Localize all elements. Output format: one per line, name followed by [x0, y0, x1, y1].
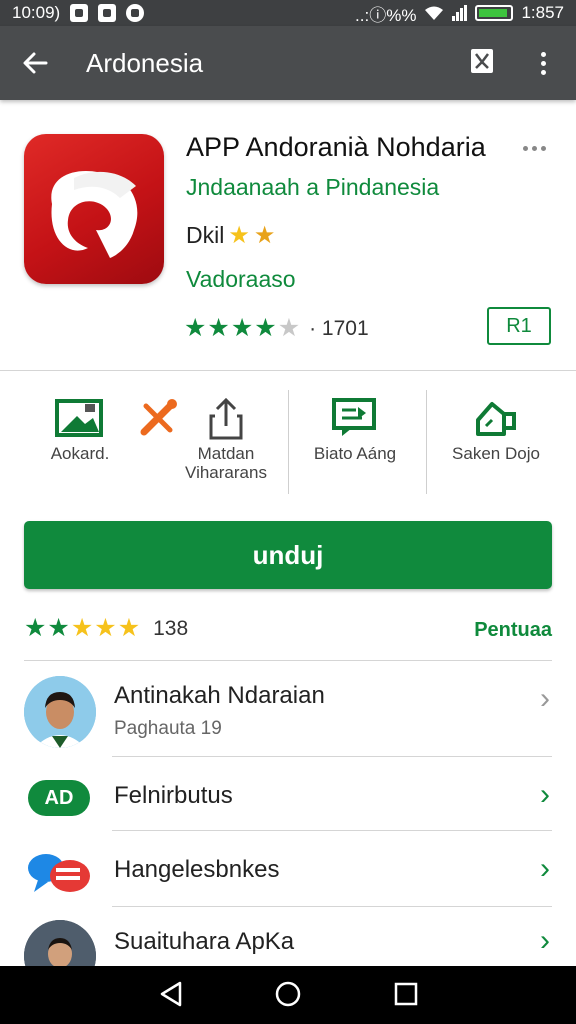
person-avatar [24, 920, 96, 966]
star-rating: ★ ★ ★ ★ ★ [24, 616, 141, 641]
notification-icon [70, 4, 89, 22]
list-item-person[interactable]: Suaituhara ApKa › [24, 914, 552, 966]
chevron-right-icon: › [540, 852, 550, 885]
action-label: Saken Dojo [452, 444, 540, 463]
gallery-icon [55, 399, 103, 437]
square-recents-icon [394, 982, 418, 1006]
bookmark-icon [471, 49, 493, 73]
status-time-left: 10:09) [12, 3, 61, 22]
star-rating: ★ ★ ★ ★ ★ [184, 316, 301, 341]
star-icon: ★ [184, 314, 208, 342]
action-share[interactable]: Matdan Vihararans [178, 392, 274, 482]
action-label: Biato Aáng [313, 444, 397, 463]
back-arrow-icon [23, 52, 48, 74]
rating-link[interactable]: Pentuaa [474, 619, 552, 642]
star-icon: ★ [70, 614, 95, 642]
app-icon [24, 134, 164, 284]
list-item-ads[interactable]: AD Felnirbutus › [24, 764, 552, 830]
ad-badge-icon: AD [28, 780, 90, 816]
status-indicators: ..:ⓘ%% [355, 5, 417, 25]
triangle-back-icon [160, 981, 182, 1007]
person-avatar [24, 676, 96, 748]
app-bar: Ardonesia [0, 26, 576, 100]
divider [112, 830, 552, 831]
age-rating-badge: R1 [487, 307, 551, 345]
star-icon: ★ [277, 314, 302, 342]
rating-summary-count: 138 [153, 616, 189, 640]
category-link[interactable]: Vadoraaso [186, 266, 296, 293]
star-icon: ★ [94, 614, 118, 642]
star-icon: ★ [24, 614, 48, 642]
message-icon [332, 398, 376, 436]
star-badge-icon: ★ [253, 221, 276, 249]
divider [0, 370, 576, 371]
divider [24, 660, 552, 661]
bookmark-button[interactable] [470, 48, 496, 76]
star-icon: ★ [207, 314, 231, 342]
more-horizontal-icon [523, 146, 528, 151]
share-icon [209, 397, 243, 440]
list-item-reviewer[interactable]: Antinakah Ndaraian Paghauta 19 › [24, 674, 552, 756]
app-bar-title: Ardonesia [86, 47, 204, 78]
developer-link[interactable]: Jndaanaah a Pindanesia [186, 174, 439, 201]
content-rating-line: Dkil ★ ★ [186, 222, 275, 249]
app-logo-icon [51, 171, 138, 258]
battery-icon [475, 5, 514, 21]
list-item-title: Hangelesbnkes [114, 856, 280, 883]
list-item-title: Antinakah Ndaraian [114, 682, 325, 709]
system-nav-bar [0, 966, 576, 1024]
list-item-chat[interactable]: Hangelesbnkes › [24, 838, 552, 906]
divider [112, 756, 552, 757]
circle-home-icon [275, 981, 301, 1007]
nav-home-button[interactable] [274, 980, 302, 1013]
tools-icon [140, 399, 177, 436]
signal-icon [452, 5, 468, 21]
app-name: APP Andoranià Nohdaria [186, 132, 486, 162]
action-label: Aokard. [50, 444, 110, 463]
chevron-right-icon: › [540, 682, 550, 715]
divider [288, 390, 289, 494]
star-icon: ★ [254, 314, 278, 342]
more-vertical-icon [540, 51, 546, 57]
divider [426, 390, 427, 494]
nav-recents-button[interactable] [393, 980, 419, 1013]
star-badge-icon: ★ [228, 221, 250, 249]
content-label: Dkil [186, 222, 225, 248]
header-rating: ★ ★ ★ ★ ★ · 1701 [184, 316, 369, 341]
notification-icon [126, 4, 145, 22]
action-message[interactable]: Biato Aáng [300, 392, 410, 463]
notification-icon [98, 4, 117, 22]
star-icon: ★ [47, 614, 71, 642]
divider [112, 906, 552, 907]
star-icon: ★ [230, 314, 255, 342]
list-item-subtitle: Paghauta 19 [114, 718, 222, 739]
wifi-icon [425, 6, 444, 20]
install-button[interactable]: unduj [24, 521, 552, 589]
chevron-right-icon: › [540, 778, 550, 811]
chat-bubbles-icon [26, 846, 92, 898]
action-hand[interactable]: Saken Dojo [438, 392, 554, 463]
list-item-title: Suaituhara ApKa [114, 928, 295, 955]
action-label: Matdan Vihararans [185, 444, 267, 482]
hand-icon [476, 402, 516, 436]
chevron-right-icon: › [540, 924, 550, 957]
status-bar: 10:09) ..:ⓘ%% 1:857 [0, 0, 576, 26]
list-item-title: Felnirbutus [114, 782, 233, 809]
action-gallery[interactable]: Aokard. [40, 392, 120, 463]
card-overflow-button[interactable] [523, 146, 546, 151]
more-options-button[interactable] [530, 46, 556, 80]
star-icon: ★ [117, 614, 142, 642]
rating-count: · 1701 [309, 316, 369, 340]
rating-summary: ★ ★ ★ ★ ★ 138 [24, 616, 188, 641]
back-button[interactable] [0, 26, 70, 100]
nav-back-button[interactable] [158, 980, 184, 1013]
status-time-right: 1:857 [521, 3, 564, 22]
